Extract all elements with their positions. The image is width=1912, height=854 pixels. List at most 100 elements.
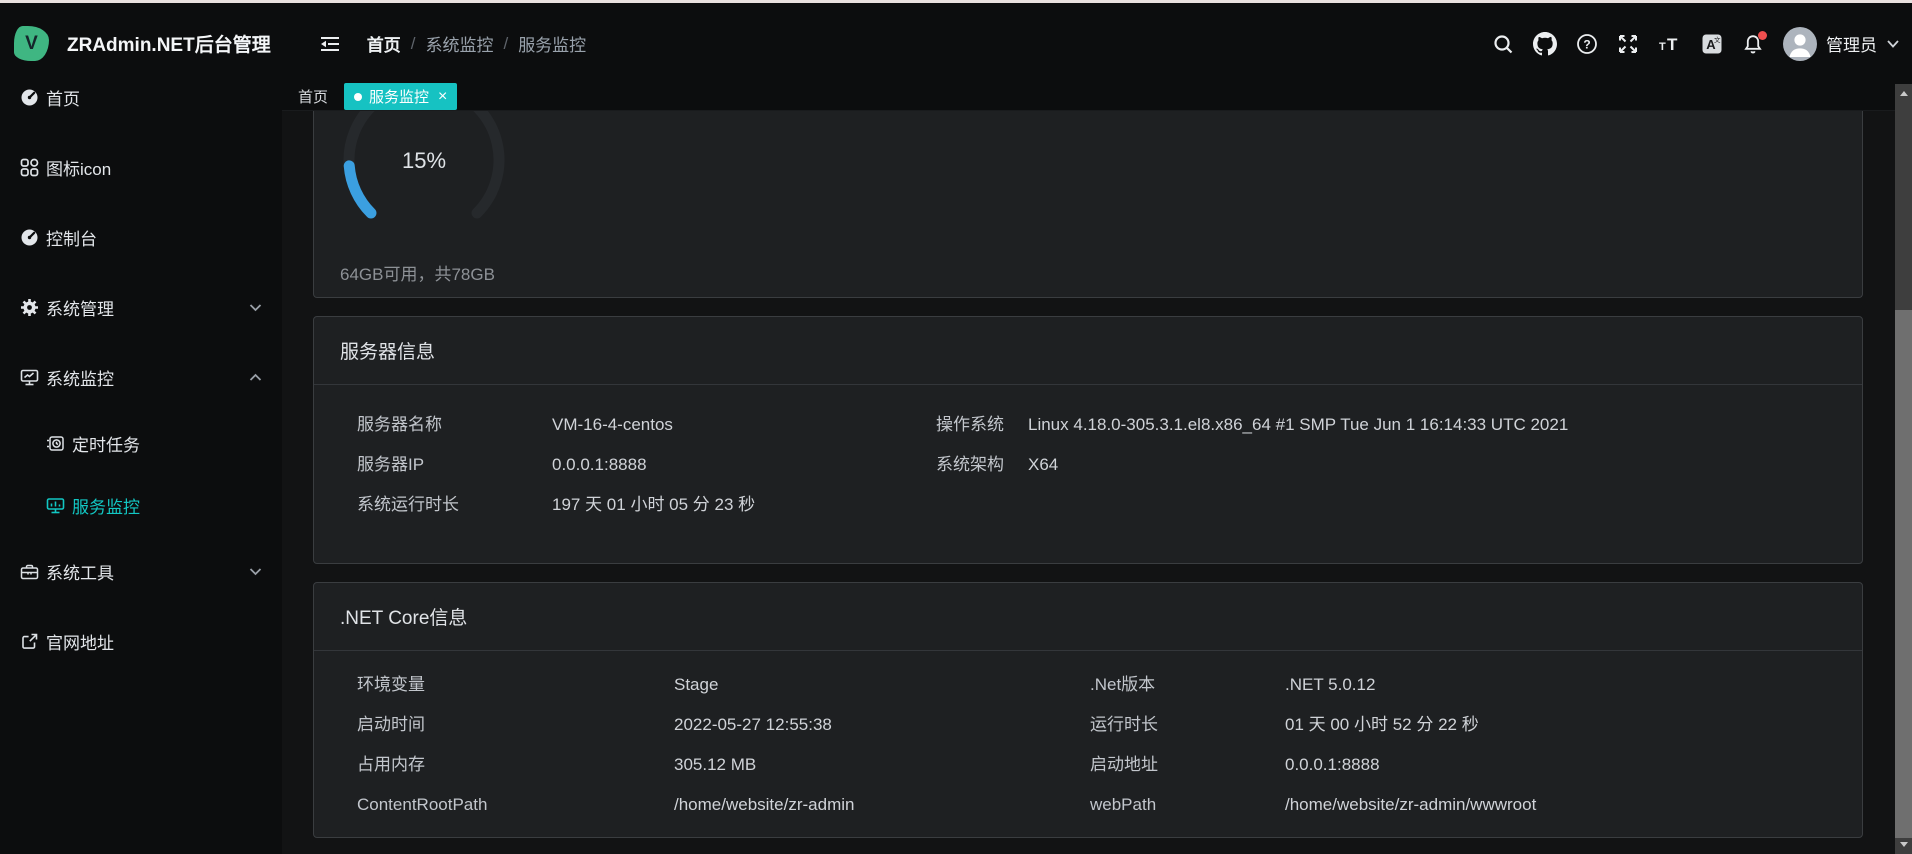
info-value: 197 天 01 小时 05 分 23 秒 — [552, 485, 936, 525]
dashboard-icon — [20, 88, 39, 107]
sidebar-item-label: 系统管理 — [46, 295, 114, 320]
info-label: 服务器IP — [357, 445, 552, 485]
fullscreen-icon[interactable] — [1617, 33, 1639, 55]
sidebar-item-label: 图标icon — [46, 155, 111, 180]
info-label: 启动地址 — [1090, 745, 1285, 785]
console-dashboard-icon — [20, 228, 39, 247]
info-row: ContentRootPath /home/website/zr-admin w… — [357, 785, 1836, 825]
app-header: V ZRAdmin.NET后台管理 首页 / 系统监控 / 服务监控 ? TT … — [0, 3, 1912, 84]
info-value — [1028, 485, 1836, 525]
chevron-down-icon — [1886, 38, 1900, 49]
server-info-card: 服务器信息 服务器名称 VM-16-4-centos 操作系统 Linux 4.… — [313, 316, 1863, 564]
sidebar-fold-icon[interactable] — [319, 33, 341, 55]
gear-icon — [20, 298, 39, 317]
info-value: /home/website/zr-admin/wwwroot — [1285, 785, 1836, 825]
netcore-info-card: .NET Core信息 环境变量 Stage .Net版本 .NET 5.0.1… — [313, 582, 1863, 838]
sidebar-menu: 首页 图标icon 控制台 系统管理 — [0, 62, 282, 676]
sidebar-item-label: 服务监控 — [72, 493, 140, 518]
info-label: 操作系统 — [936, 405, 1028, 445]
notification-bell[interactable] — [1742, 33, 1764, 55]
tab-label: 服务监控 — [369, 86, 429, 107]
breadcrumb-separator: / — [411, 34, 416, 54]
info-label: 启动时间 — [357, 705, 674, 745]
sidebar-item-service-monitor[interactable]: 服务监控 — [0, 474, 282, 536]
vertical-scrollbar[interactable] — [1895, 84, 1912, 854]
github-icon[interactable] — [1533, 32, 1557, 56]
scroll-up-button[interactable] — [1895, 85, 1912, 102]
info-label: .Net版本 — [1090, 665, 1285, 705]
header-actions: ? TT A文 管理员 — [1492, 27, 1900, 61]
sidebar-item-label: 系统监控 — [46, 365, 114, 390]
sidebar-item-icons[interactable]: 图标icon — [0, 132, 282, 202]
breadcrumb-service-monitor[interactable]: 服务监控 — [518, 31, 586, 56]
schedule-icon — [46, 434, 65, 453]
app-logo[interactable]: V — [14, 26, 49, 61]
svg-text:T: T — [1659, 41, 1666, 53]
sidebar-item-official-site[interactable]: 官网地址 — [0, 606, 282, 676]
triangle-down-icon — [1900, 842, 1908, 847]
svg-text:文: 文 — [1714, 35, 1721, 44]
breadcrumb-home[interactable]: 首页 — [367, 31, 401, 56]
monitor-icon — [20, 368, 39, 387]
server-info-body: 服务器名称 VM-16-4-centos 操作系统 Linux 4.18.0-3… — [314, 385, 1862, 525]
info-label — [936, 485, 1028, 525]
scroll-down-button[interactable] — [1895, 836, 1912, 853]
info-label: 系统架构 — [936, 445, 1028, 485]
info-row: 服务器IP 0.0.0.1:8888 系统架构 X64 — [357, 445, 1836, 485]
sidebar-item-scheduled-tasks[interactable]: 定时任务 — [0, 412, 282, 474]
info-value: 01 天 00 小时 52 分 22 秒 — [1285, 705, 1836, 745]
sidebar-item-label: 官网地址 — [46, 629, 114, 654]
info-value: .NET 5.0.12 — [1285, 665, 1836, 705]
breadcrumb-system-monitor[interactable]: 系统监控 — [425, 31, 493, 56]
card-title: 服务器信息 — [314, 317, 1862, 385]
info-label: 运行时长 — [1090, 705, 1285, 745]
chevron-down-icon — [249, 567, 262, 576]
info-row: 系统运行时长 197 天 01 小时 05 分 23 秒 — [357, 485, 1836, 525]
info-row: 环境变量 Stage .Net版本 .NET 5.0.12 — [357, 665, 1836, 705]
disk-usage-gauge: 15% — [334, 110, 514, 265]
language-icon[interactable]: A文 — [1701, 33, 1723, 55]
triangle-up-icon — [1900, 91, 1908, 96]
info-value: Stage — [674, 665, 1090, 705]
sidebar-item-system-management[interactable]: 系统管理 — [0, 272, 282, 342]
info-value: 2022-05-27 12:55:38 — [674, 705, 1090, 745]
app-title: ZRAdmin.NET后台管理 — [67, 30, 271, 57]
toolbox-icon — [20, 562, 39, 581]
notification-badge — [1758, 31, 1767, 40]
info-value: X64 — [1028, 445, 1836, 485]
sidebar-item-system-tools[interactable]: 系统工具 — [0, 536, 282, 606]
info-label: 系统运行时长 — [357, 485, 552, 525]
tab-service-monitor[interactable]: 服务监控 × — [344, 83, 457, 110]
disk-usage-card: 15% 64GB可用，共78GB — [313, 110, 1863, 298]
server-monitor-icon — [46, 496, 65, 515]
search-icon[interactable] — [1492, 33, 1514, 55]
app-window: 首页 图标icon 控制台 系统管理 — [0, 0, 1912, 854]
info-row: 占用内存 305.12 MB 启动地址 0.0.0.1:8888 — [357, 745, 1836, 785]
help-icon[interactable]: ? — [1576, 33, 1598, 55]
info-label: ContentRootPath — [357, 785, 674, 825]
chevron-down-icon — [249, 303, 262, 312]
sidebar-item-console[interactable]: 控制台 — [0, 202, 282, 272]
info-label: 占用内存 — [357, 745, 674, 785]
info-row: 服务器名称 VM-16-4-centos 操作系统 Linux 4.18.0-3… — [357, 405, 1836, 445]
breadcrumb: 首页 / 系统监控 / 服务监控 — [367, 31, 586, 56]
tags-view-bar: 首页 服务监控 × — [282, 83, 1895, 111]
info-value: 0.0.0.1:8888 — [552, 445, 936, 485]
avatar[interactable] — [1783, 27, 1817, 61]
gauge-percent-label: 15% — [402, 148, 446, 173]
svg-text:T: T — [1667, 35, 1678, 54]
sidebar-item-system-monitor[interactable]: 系统监控 — [0, 342, 282, 412]
main-content: 15% 64GB可用，共78GB 服务器信息 服务器名称 VM-16-4-cen… — [282, 110, 1895, 854]
scrollbar-thumb[interactable] — [1895, 310, 1912, 838]
sidebar: 首页 图标icon 控制台 系统管理 — [0, 3, 282, 854]
sidebar-item-label: 定时任务 — [72, 431, 140, 456]
tab-home[interactable]: 首页 — [298, 86, 328, 107]
info-label: 环境变量 — [357, 665, 674, 705]
font-size-icon[interactable]: TT — [1658, 33, 1682, 55]
close-icon[interactable]: × — [438, 89, 447, 105]
netcore-info-body: 环境变量 Stage .Net版本 .NET 5.0.12 启动时间 2022-… — [314, 651, 1862, 825]
info-row: 启动时间 2022-05-27 12:55:38 运行时长 01 天 00 小时… — [357, 705, 1836, 745]
chevron-up-icon — [249, 373, 262, 382]
breadcrumb-separator: / — [503, 34, 508, 54]
user-menu[interactable]: 管理员 — [1783, 27, 1900, 61]
